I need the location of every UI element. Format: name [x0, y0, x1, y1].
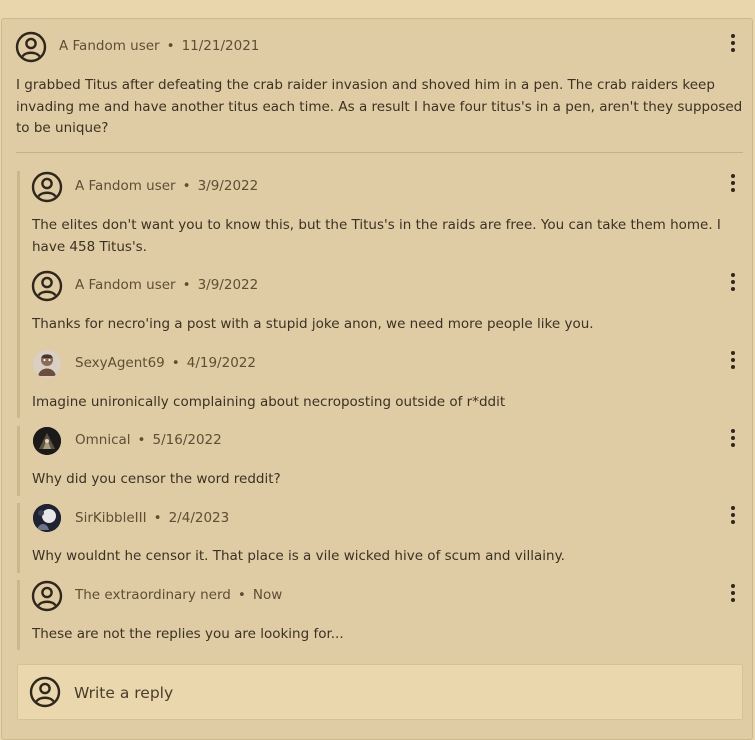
reply-indent-bar [17, 270, 20, 358]
meta-separator: • [137, 432, 146, 448]
kebab-menu-icon[interactable] [729, 174, 737, 194]
kebab-menu-icon[interactable] [729, 34, 737, 54]
post-meta: A Fandom user • 11/21/2021 [59, 38, 259, 54]
reply-indent-bar [17, 426, 20, 496]
reply-body: The elites don't want you to know this, … [32, 217, 721, 255]
reply-placeholder: Write a reply [74, 684, 174, 702]
reply-date: 4/19/2022 [186, 355, 256, 371]
reply-meta: A Fandom user • 3/9/2022 [75, 277, 258, 293]
reply-body: Thanks for necro'ing a post with a stupi… [32, 316, 594, 332]
reply-meta: SirKibbleIII • 2/4/2023 [75, 510, 229, 526]
reply-meta: Omnical • 5/16/2022 [75, 432, 222, 448]
kebab-menu-icon[interactable] [729, 506, 737, 526]
reply-meta: The extraordinary nerd • Now [75, 587, 282, 603]
user-circle-icon[interactable] [15, 31, 47, 63]
meta-separator: • [153, 510, 162, 526]
reply-meta: A Fandom user • 3/9/2022 [75, 178, 258, 194]
user-avatar[interactable] [33, 427, 61, 455]
post-body: I grabbed Titus after defeating the crab… [16, 77, 743, 136]
reply-body: Why wouldnt he censor it. That place is … [32, 548, 565, 564]
author-name[interactable]: Omnical [75, 432, 131, 448]
meta-separator: • [237, 587, 246, 603]
reply-body: These are not the replies you are lookin… [32, 626, 344, 642]
reply-indent-bar [17, 503, 20, 573]
reply-input[interactable]: Write a reply [17, 664, 743, 720]
user-avatar[interactable] [33, 504, 61, 532]
meta-separator: • [182, 178, 191, 194]
reply-date: 3/9/2022 [197, 277, 259, 293]
reply-indent-bar [17, 348, 20, 418]
meta-separator: • [182, 277, 191, 293]
user-circle-icon[interactable] [31, 580, 63, 612]
comment-thread-card: A Fandom user • 11/21/2021 I grabbed Titus… [1, 18, 753, 740]
reply-meta: SexyAgent69 • 4/19/2022 [75, 355, 256, 371]
user-circle-icon[interactable] [31, 171, 63, 203]
author-name[interactable]: The extraordinary nerd [75, 587, 231, 603]
user-avatar[interactable] [33, 350, 61, 378]
meta-separator: • [171, 355, 180, 371]
kebab-menu-icon[interactable] [729, 584, 737, 604]
reply-body: Imagine unironically complaining about n… [32, 394, 506, 410]
author-name[interactable]: SirKibbleIII [75, 510, 147, 526]
post-date: 11/21/2021 [181, 38, 260, 54]
user-circle-icon [29, 676, 61, 708]
kebab-menu-icon[interactable] [729, 351, 737, 371]
reply-indent-bar [17, 580, 20, 650]
author-name[interactable]: A Fandom user [75, 277, 176, 293]
reply-date: 2/4/2023 [168, 510, 230, 526]
kebab-menu-icon[interactable] [729, 273, 737, 293]
author-name[interactable]: A Fandom user [75, 178, 176, 194]
kebab-menu-icon[interactable] [729, 429, 737, 449]
author-name[interactable]: SexyAgent69 [75, 355, 165, 371]
meta-separator: • [166, 38, 175, 54]
author-name[interactable]: A Fandom user [59, 38, 160, 54]
reply-date: 3/9/2022 [197, 178, 259, 194]
user-circle-icon[interactable] [31, 270, 63, 302]
reply-date: Now [252, 587, 283, 603]
divider [16, 152, 743, 153]
reply-date: 5/16/2022 [152, 432, 222, 448]
reply-body: Why did you censor the word reddit? [32, 471, 281, 487]
reply-indent-bar [17, 171, 20, 277]
